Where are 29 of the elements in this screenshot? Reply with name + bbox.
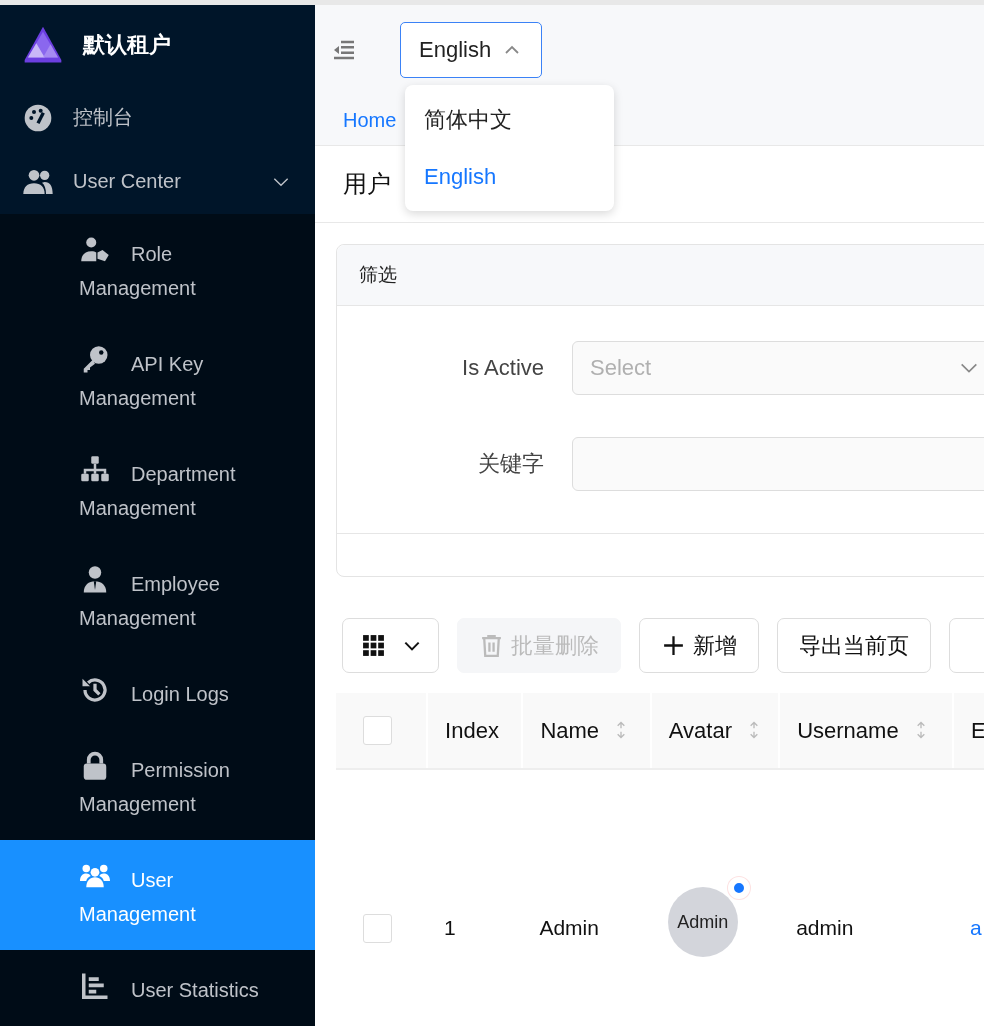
- toolbar-button[interactable]: 新增: [639, 618, 759, 673]
- column-header[interactable]: Index: [427, 693, 523, 768]
- menu-item[interactable]: API Key Management: [0, 324, 289, 434]
- menu-item[interactable]: Login Logs: [0, 654, 289, 730]
- menu-item[interactable]: Permission Management: [0, 730, 289, 840]
- field-label: 关键字: [477, 450, 545, 478]
- card-title: 筛选: [337, 245, 984, 306]
- menu-item[interactable]: User Statistics: [0, 950, 289, 1026]
- field-label: Is Active: [461, 355, 545, 381]
- menu-item[interactable]: 控制台: [0, 85, 315, 150]
- breadcrumb-link[interactable]: Home: [343, 108, 397, 132]
- column-header[interactable]: Username: [779, 693, 954, 768]
- menu-item[interactable]: Department Management: [0, 434, 289, 544]
- toolbar-button[interactable]: 导出当前页: [777, 618, 931, 673]
- email-link[interactable]: a: [970, 916, 982, 939]
- table-cell-text: 1: [443, 915, 457, 941]
- menu-group[interactable]: User Center: [0, 149, 315, 214]
- column-header[interactable]: Name: [522, 693, 651, 768]
- dropdown-option[interactable]: English: [405, 148, 614, 205]
- column-header[interactable]: Avatar: [650, 693, 780, 768]
- table-cell-text: admin: [795, 915, 855, 941]
- table-cell-text: Admin: [538, 915, 600, 941]
- menu-item[interactable]: Employee Management: [0, 544, 289, 654]
- page-title: 用户: [343, 169, 391, 199]
- column-header[interactable]: E: [953, 693, 984, 768]
- menu-item[interactable]: Role Management: [0, 214, 289, 324]
- language-select[interactable]: English: [400, 22, 543, 78]
- brand-name: 默认租户: [83, 31, 171, 60]
- dropdown-option[interactable]: 简体中文: [405, 91, 614, 148]
